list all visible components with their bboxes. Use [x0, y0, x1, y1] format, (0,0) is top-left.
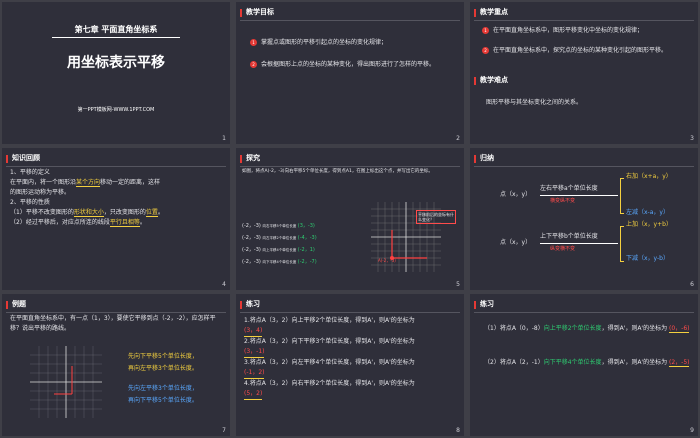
- chapter-title: 第七章 平面直角坐标系: [74, 25, 158, 34]
- slide-header: 教学目标: [236, 6, 464, 21]
- heading: 探究: [246, 154, 260, 162]
- arrow-ud: [540, 243, 618, 244]
- exercise-2: （2）将点A（2，-1）向下平移4个单位长度，得到A'，则A'的坐标为 (2，-…: [484, 359, 690, 367]
- slide-6[interactable]: 归纳 点（x，y） 点（x，y） 左右平移a个单位长度 横变纵不变 上下平移b个…: [470, 148, 698, 290]
- slide-header: 探究: [236, 152, 464, 167]
- left-sub: 左减（x-a，y）: [626, 209, 669, 216]
- row: (-2，-3) 向上平移4个单位长度 (-2，1): [242, 247, 315, 253]
- down-sub: 下减（x，y-b）: [626, 255, 669, 262]
- slide-number: 1: [222, 135, 226, 142]
- bullet-icon: 1: [482, 27, 489, 34]
- slide-header: 归纳: [470, 152, 698, 167]
- arrow-lr: [540, 195, 618, 196]
- heading: 教学目标: [246, 8, 274, 16]
- slide-9[interactable]: 练习 （1）将点A（0，-8）向上平移2个单位长度，得到A'，则A'的坐标为 (…: [470, 294, 698, 436]
- answer-2: 再向左平移3个单位长度。: [128, 365, 198, 372]
- heading: 练习: [246, 300, 260, 308]
- question-text: 在平面直角坐标系中，有一点（1，3），要使它平移到点（-2，-2），应怎样平移？…: [10, 315, 216, 332]
- row: (-2，-3) 向下平移4个单位长度 (-2，-7): [242, 259, 317, 265]
- lr-sub: 横变纵不变: [550, 198, 576, 204]
- question-box: 平移前后的坐标有什么变化？: [416, 210, 456, 224]
- goal-1: 1 掌握点或图形的平移引起点的坐标的变化规律；: [250, 38, 455, 48]
- slide-header: 例题: [2, 298, 230, 313]
- heading: 归纳: [480, 154, 494, 162]
- ud-sub: 纵变横不变: [550, 246, 576, 252]
- right-add: 右加（x+a，y）: [626, 173, 672, 180]
- heading: 知识回顾: [12, 154, 40, 162]
- point-label: 点（x，y）: [500, 191, 532, 198]
- slide-number: 7: [222, 427, 226, 434]
- slide-header: 练习: [470, 298, 698, 313]
- goal-2: 2 会根据图形上点的坐标的某种变化，得出图形进行了怎样的平移。: [250, 60, 455, 70]
- bullet-icon: 1: [250, 39, 257, 46]
- point-label-2: 点（x，y）: [500, 239, 532, 246]
- slide-header: 教学重点: [470, 6, 698, 21]
- slide-1[interactable]: 第七章 平面直角坐标系 用坐标表示平移 第一PPT模板网-WWW.1PPT.CO…: [2, 2, 230, 144]
- coordinate-grid-icon: [30, 346, 102, 418]
- site-label: 第一PPT模板网-WWW.1PPT.COM: [77, 107, 155, 113]
- slide-number: 8: [456, 427, 460, 434]
- slide-7[interactable]: 例题 在平面直角坐标系中，有一点（1，3），要使它平移到点（-2，-2），应怎样…: [2, 294, 230, 436]
- lr-rule: 左右平移a个单位长度: [540, 185, 598, 192]
- slide-number: 6: [690, 281, 694, 288]
- row: (-2，-3) 向右平移5个单位长度 (3，-3): [242, 223, 315, 229]
- slide-number: 4: [222, 281, 226, 288]
- difficulty-text: 图形平移与其坐标变化之间的关系。: [486, 99, 583, 106]
- exercise-1: （1）将点A（0，-8）向上平移2个单位长度，得到A'，则A'的坐标为 (0，-…: [484, 325, 690, 333]
- slide-grid: 第七章 平面直角坐标系 用坐标表示平移 第一PPT模板网-WWW.1PPT.CO…: [0, 0, 700, 438]
- slide-number: 3: [690, 135, 694, 142]
- bracket-2: [620, 226, 624, 262]
- answer-1: 先向下平移5个单位长度，: [128, 353, 198, 360]
- slide-number: 9: [690, 427, 694, 434]
- chapter-underline: [52, 37, 180, 38]
- up-add: 上加（x，y+b）: [626, 221, 672, 228]
- row: (-2，-3) 向左平移2个单位长度 (-4，-3): [242, 235, 317, 241]
- bracket-1: [620, 178, 624, 214]
- slide-2[interactable]: 教学目标 1 掌握点或图形的平移引起点的坐标的变化规律； 2 会根据图形上点的坐标的…: [236, 2, 464, 144]
- answer-4: 再向下平移5个单位长度。: [128, 397, 198, 404]
- answer-3: 先向左平移3个单位长度，: [128, 385, 198, 392]
- slide-3[interactable]: 教学重点 1 在平面直角坐标系中，图形平移变化中坐标的变化规律； 2 在平面直角坐标…: [470, 2, 698, 144]
- slide-subheader: 教学难点: [470, 74, 698, 88]
- slide-number: 5: [456, 281, 460, 288]
- intro-text: 如图，将点A(-2，-3)向右平移5个单位长度，得到点A1，在图上标出这个点，并…: [242, 169, 433, 174]
- slide-header: 知识回顾: [2, 152, 230, 167]
- slide-title: 用坐标表示平移: [67, 55, 165, 71]
- heading: 练习: [480, 300, 494, 308]
- slide-4[interactable]: 知识回顾 1、平移的定义 在平面内，将一个图形沿某个方向移动一定的距离，这样 的…: [2, 148, 230, 290]
- heading: 教学重点: [480, 8, 508, 16]
- key-1: 1 在平面直角坐标系中，图形平移变化中坐标的变化规律；: [482, 26, 690, 36]
- bullet-icon: 2: [482, 47, 489, 54]
- bullet-icon: 2: [250, 61, 257, 68]
- key-2: 2 在平面直角坐标系中，探究点的坐标的某种变化引起的图形平移。: [482, 46, 690, 56]
- slide-number: 2: [456, 135, 460, 142]
- heading: 例题: [12, 300, 26, 308]
- slide-header: 练习: [236, 298, 464, 313]
- point-a-label: A(-2，-3): [378, 258, 396, 263]
- ud-rule: 上下平移b个单位长度: [540, 233, 598, 240]
- exercise-list: 1.将点A（3，2）向上平移2个单位长度，得到A'，则A'的坐标为 (3，4) 2…: [244, 316, 458, 400]
- slide-5[interactable]: 探究 如图，将点A(-2，-3)向右平移5个单位长度，得到点A1，在图上标出这个…: [236, 148, 464, 290]
- slide-8[interactable]: 练习 1.将点A（3，2）向上平移2个单位长度，得到A'，则A'的坐标为 (3，4…: [236, 294, 464, 436]
- translation-rows: (-2，-3) 向右平移5个单位长度 (3，-3) (-2，-3) 向左平移2个…: [242, 220, 362, 268]
- review-text: 1、平移的定义 在平面内，将一个图形沿某个方向移动一定的距离，这样 的图形运动称…: [10, 169, 164, 227]
